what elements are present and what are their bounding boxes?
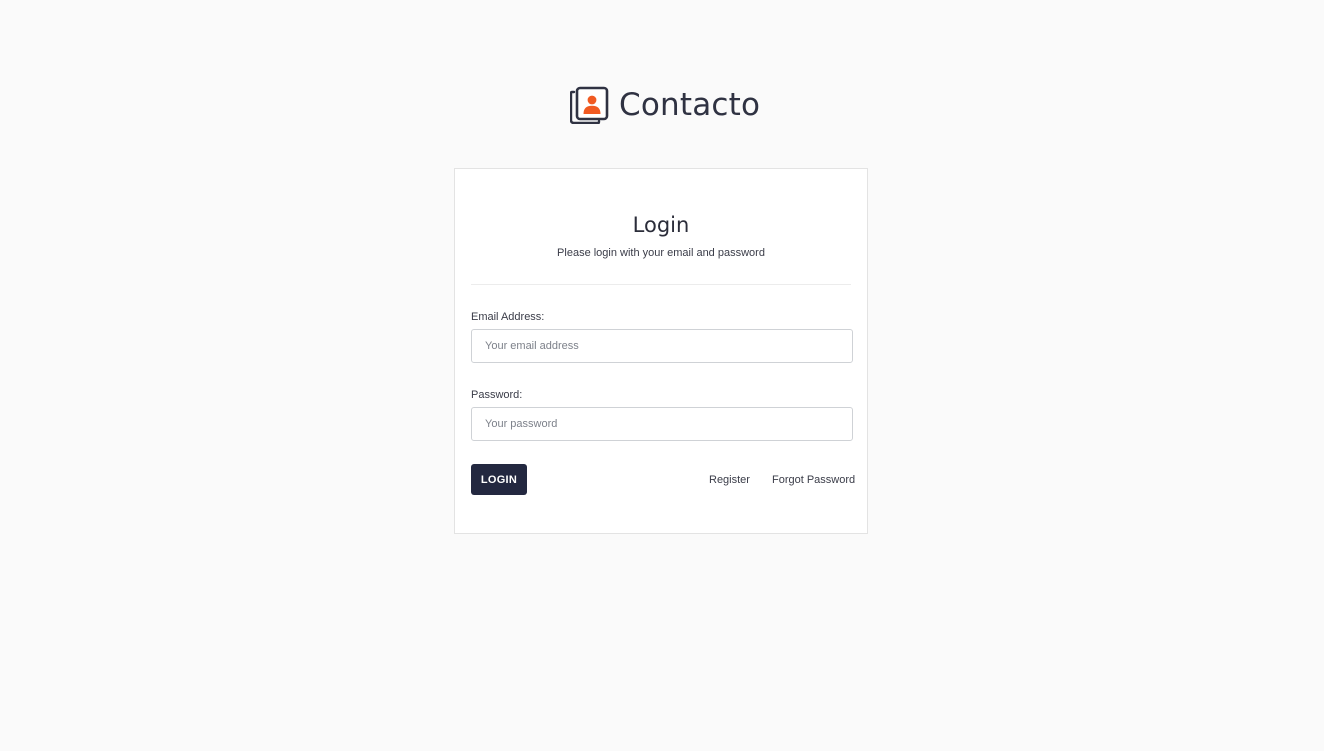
login-card-header: Login Please login with your email and p… — [471, 169, 851, 285]
login-subtitle: Please login with your email and passwor… — [557, 247, 765, 259]
password-field[interactable] — [471, 407, 853, 441]
page-title: Login — [632, 213, 690, 237]
login-card: Login Please login with your email and p… — [454, 168, 868, 534]
login-button[interactable]: LOGIN — [471, 464, 527, 495]
forgot-password-link[interactable]: Forgot Password — [772, 474, 855, 487]
password-label: Password: — [471, 389, 523, 401]
email-label: Email Address: — [471, 311, 545, 323]
email-field[interactable] — [471, 329, 853, 363]
contact-book-icon — [570, 86, 609, 124]
brand-name: Contacto — [619, 87, 761, 123]
login-page: Contacto Login Please login with your em… — [0, 0, 1324, 751]
brand-logo[interactable]: Contacto — [570, 85, 760, 125]
register-link[interactable]: Register — [709, 474, 750, 487]
